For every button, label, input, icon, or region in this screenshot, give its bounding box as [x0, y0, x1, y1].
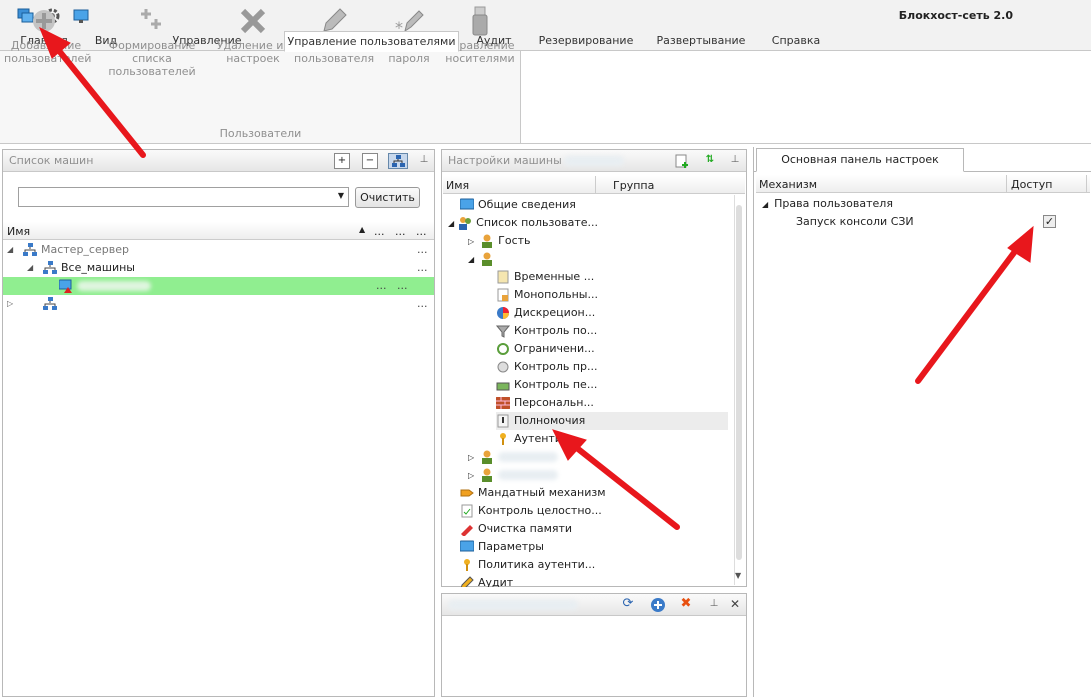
arrowhead	[39, 26, 71, 59]
annotation-arrow	[915, 239, 1025, 384]
arrowhead	[552, 429, 587, 461]
annotation-arrow	[565, 438, 680, 530]
tab-users[interactable]: Управление пользователями	[284, 31, 459, 52]
annotation-arrows	[39, 26, 1034, 530]
annotation-arrow	[49, 39, 146, 158]
